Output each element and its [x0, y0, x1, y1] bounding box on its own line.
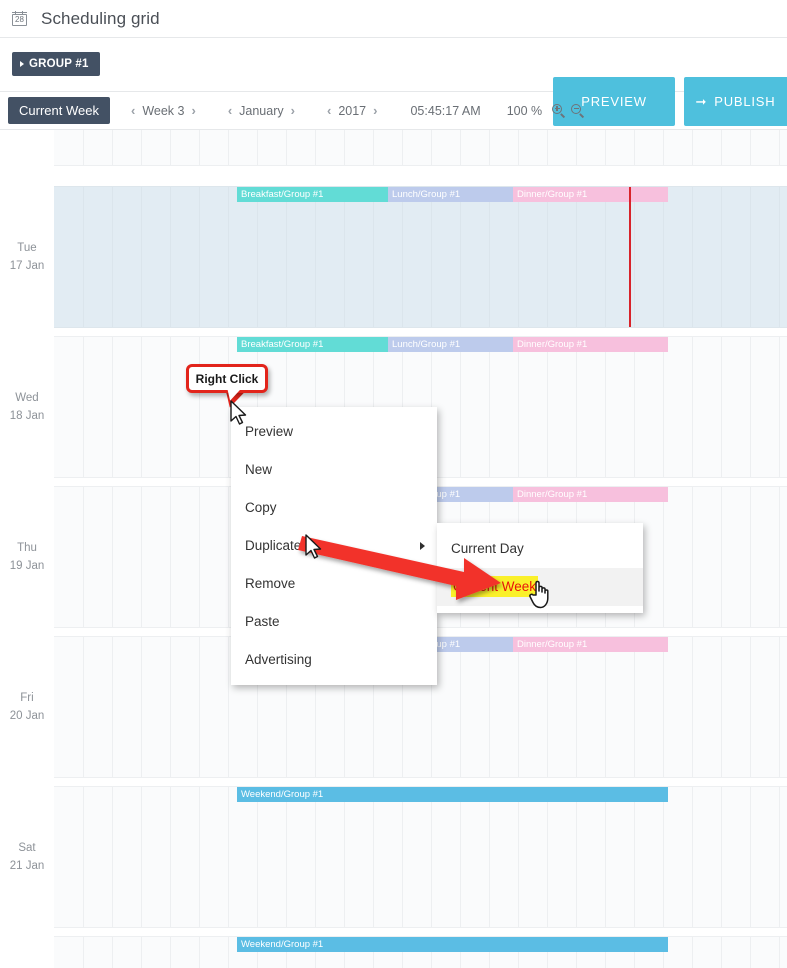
week-prev-button[interactable]: ‹	[124, 104, 142, 117]
calendar-event[interactable]: Lunch/Group #1	[388, 337, 513, 352]
context-menu-item[interactable]: Remove	[231, 565, 437, 603]
context-menu[interactable]: Preview New Copy Duplicate Remove Paste Advert…	[231, 407, 437, 685]
calendar-event[interactable]: Dinner/Group #1	[513, 337, 668, 352]
day-date: 17 Jan	[9, 260, 45, 272]
zoom-in-icon[interactable]	[552, 103, 566, 118]
submenu-item[interactable]: Current Day	[437, 530, 643, 568]
clock-display: 05:45:17 AM	[410, 103, 481, 118]
day-date: 18 Jan	[9, 410, 45, 422]
context-menu-item-label: Preview	[245, 424, 294, 439]
day-label: Wed 18 Jan	[0, 389, 54, 425]
context-menu-item[interactable]: Paste	[231, 603, 437, 641]
calendar-icon-day: 28	[15, 14, 24, 24]
grid-row[interactable]: Weekend/Group #1	[54, 936, 787, 968]
year-stepper: ‹ 2017 ›	[320, 104, 385, 118]
month-stepper: ‹ January ›	[221, 104, 302, 118]
year-prev-button[interactable]: ‹	[320, 104, 338, 117]
action-bar: GROUP #1 PREVIEW ➞ PUBLISH	[0, 38, 787, 126]
group-selector-label: GROUP #1	[29, 58, 89, 70]
calendar-event[interactable]: Dinner/Group #1	[513, 487, 668, 502]
week-next-button[interactable]: ›	[184, 104, 202, 117]
calendar-event[interactable]: Dinner/Group #1	[513, 187, 668, 202]
grid-row[interactable]: Breakfast/Group #1Lunch/Group #1Dinner/G…	[54, 186, 787, 328]
submenu-item[interactable]: Current Week	[437, 568, 643, 606]
triangle-right-icon	[20, 61, 24, 67]
calendar-event[interactable]: Weekend/Group #1	[237, 937, 668, 952]
month-prev-button[interactable]: ‹	[221, 104, 239, 117]
month-value: January	[239, 103, 284, 118]
right-click-callout-label: Right Click	[195, 371, 259, 386]
column-gridlines	[54, 787, 787, 927]
day-name: Wed	[15, 392, 39, 404]
calendar-event[interactable]: Lunch/Group #1	[388, 187, 513, 202]
day-name: Tue	[17, 242, 37, 254]
day-label: Fri 20 Jan	[0, 689, 54, 725]
preview-button-label: PREVIEW	[581, 94, 647, 109]
week-stepper: ‹ Week 3 ›	[124, 104, 203, 118]
submenu-item-label: Current Day	[451, 541, 524, 556]
day-label: Thu 19 Jan	[0, 539, 54, 575]
context-menu-item-label: Remove	[245, 576, 296, 591]
day-name: Fri	[20, 692, 34, 704]
zoom-out-icon[interactable]	[571, 103, 585, 118]
grid-row[interactable]	[54, 130, 787, 166]
submenu-item-label: Current Week	[451, 576, 539, 597]
context-menu-item-label: Paste	[245, 614, 280, 629]
year-next-button[interactable]: ›	[366, 104, 384, 117]
context-menu-item-label: Advertising	[245, 652, 312, 667]
context-menu-item-label: Copy	[245, 500, 277, 515]
context-menu-item[interactable]: New	[231, 451, 437, 489]
day-date: 19 Jan	[9, 560, 45, 572]
week-value: Week 3	[142, 103, 185, 118]
arrow-right-icon: ➞	[695, 94, 708, 109]
calendar-event[interactable]: Breakfast/Group #1	[237, 337, 388, 352]
callout-tail-inner	[225, 387, 241, 402]
context-menu-item[interactable]: Duplicate	[231, 527, 437, 565]
context-menu-item[interactable]: Preview	[231, 413, 437, 451]
context-menu-item-label: New	[245, 462, 273, 477]
column-gridlines	[54, 130, 787, 165]
page-title: Scheduling grid	[41, 8, 160, 28]
current-week-button[interactable]: Current Week	[8, 97, 110, 124]
submenu-arrow-icon	[420, 542, 425, 550]
publish-button[interactable]: ➞ PUBLISH	[684, 77, 787, 126]
context-menu-item[interactable]: Copy	[231, 489, 437, 527]
title-bar: 28 Scheduling grid	[0, 0, 787, 38]
grid-row[interactable]: Weekend/Group #1	[54, 786, 787, 928]
day-date: 20 Jan	[9, 710, 45, 722]
day-date: 21 Jan	[9, 860, 45, 872]
day-name: Sat	[18, 842, 36, 854]
zoom-level-value: 100 %	[506, 103, 543, 118]
calendar-event[interactable]: Weekend/Group #1	[237, 787, 668, 802]
publish-button-label: PUBLISH	[714, 94, 776, 109]
group-selector-button[interactable]: GROUP #1	[12, 52, 100, 76]
month-next-button[interactable]: ›	[284, 104, 302, 117]
column-gridlines	[54, 187, 787, 327]
day-label: Sat 21 Jan	[0, 839, 54, 875]
calendar-icon: 28	[12, 10, 29, 27]
preview-button[interactable]: PREVIEW	[553, 77, 675, 126]
context-menu-item[interactable]: Advertising	[231, 641, 437, 679]
day-name: Thu	[17, 542, 37, 554]
calendar-event[interactable]: Dinner/Group #1	[513, 637, 668, 652]
scheduling-grid: Breakfast/Group #1 Lunch/Group #1 Dinner/G…	[0, 130, 787, 968]
year-value: 2017	[338, 103, 367, 118]
calendar-event[interactable]: Breakfast/Group #1	[237, 187, 388, 202]
duplicate-submenu[interactable]: Current Day Current Week	[437, 523, 643, 613]
day-label: Tue 17 Jan	[0, 239, 54, 275]
context-menu-item-label: Duplicate	[245, 538, 302, 553]
day-label-column: Tue 17 Jan Wed 18 Jan Thu 19 Jan Fri 20 Jan Sat 2…	[0, 130, 54, 968]
current-week-button-label: Current Week	[19, 103, 99, 118]
current-time-line	[629, 187, 631, 327]
